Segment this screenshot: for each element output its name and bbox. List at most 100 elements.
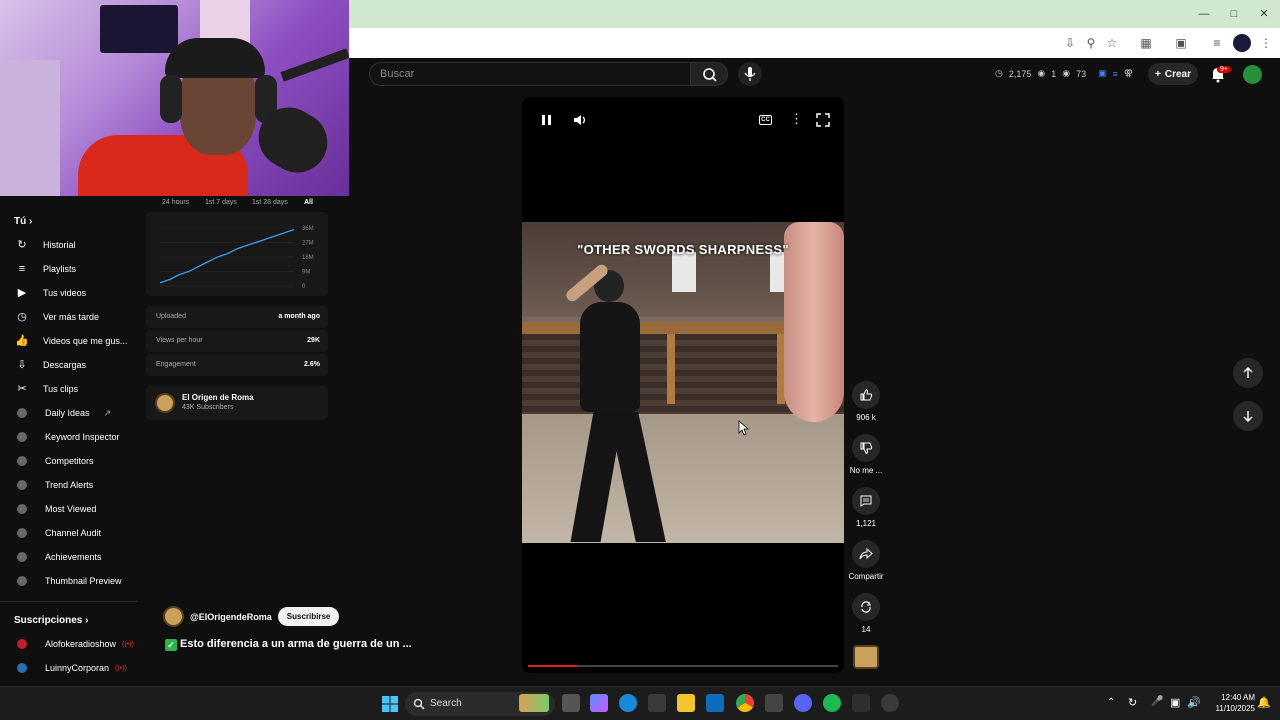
xbox-icon[interactable] [852, 694, 870, 712]
channel-avatar[interactable] [163, 606, 184, 627]
extension-badge-icon[interactable]: ▣ [1098, 68, 1107, 79]
live-icon: ((•)) [115, 664, 127, 672]
comments-button[interactable] [852, 487, 880, 515]
widgets-icon[interactable] [519, 694, 549, 712]
person-beanie [165, 38, 265, 78]
sidebar-item-liked-videos[interactable]: 👍 Videos que me gus... [0, 330, 138, 352]
app-icon[interactable] [765, 694, 783, 712]
close-icon[interactable]: ✕ [1256, 6, 1272, 22]
minimize-icon[interactable]: — [1196, 6, 1212, 22]
search-input[interactable]: Buscar [369, 62, 691, 86]
channel-card[interactable]: El Origen de Roma 43K Subscribers [146, 386, 328, 420]
shorts-player[interactable]: CC ⋮ "OTHER SWORDS SHARPNESS" [522, 97, 844, 673]
sidebar-sub-luinnycorporan[interactable]: LuinnyCorporan ((•)) [0, 657, 138, 679]
subscriptions-heading[interactable]: Suscripciones › [14, 615, 88, 626]
next-video-button[interactable] [1233, 401, 1263, 431]
sidebar-item-channel-audit[interactable]: Channel Audit [0, 522, 138, 544]
stat-value: a month ago [278, 313, 320, 320]
dislike-button[interactable] [852, 434, 880, 462]
profile-icon[interactable] [1233, 34, 1251, 52]
sound-thumbnail[interactable] [853, 645, 879, 669]
cast-icon[interactable]: ▣ [1172, 34, 1190, 52]
captions-icon[interactable]: CC [759, 115, 772, 125]
notification-center-icon[interactable]: 🔔 [1257, 696, 1271, 709]
sidebar-item-daily-ideas[interactable]: Daily Ideas ↗ [0, 402, 138, 424]
copilot-icon[interactable] [590, 694, 608, 712]
microphone-tray-icon[interactable]: 🎤 [1151, 696, 1163, 707]
discord-icon[interactable] [794, 694, 812, 712]
progress-fill [528, 665, 578, 667]
sidebar-item-history[interactable]: ↻ Historial [0, 234, 138, 256]
extension-pin-icon[interactable]: ⚢ [1124, 68, 1133, 79]
sidebar-item-keyword-inspector[interactable]: Keyword Inspector [0, 426, 138, 448]
share-button[interactable] [852, 540, 880, 568]
bookmark-star-icon[interactable]: ☆ [1103, 34, 1121, 52]
voice-search-button[interactable] [738, 62, 762, 86]
spotify-icon[interactable] [823, 694, 841, 712]
tray-chevron-up-icon[interactable]: ⌃ [1107, 697, 1115, 708]
check-mark-icon: ✓ [165, 639, 177, 651]
channel-row: @ElOrigendeRoma Suscribirse [163, 606, 340, 627]
fullscreen-icon[interactable] [815, 112, 831, 128]
channel-handle[interactable]: @ElOrigendeRoma [190, 612, 272, 622]
create-button[interactable]: + Crear [1148, 63, 1198, 85]
sidebar-item-most-viewed[interactable]: Most Viewed [0, 498, 138, 520]
chart-y-tick: 9M [302, 270, 310, 276]
sidebar-item-your-videos[interactable]: ▶ Tus videos [0, 282, 138, 304]
range-tab-24h[interactable]: 24 hours [162, 199, 189, 206]
menu-kebab-icon[interactable]: ⋮ [1257, 34, 1275, 52]
scissors-icon: ✂ [17, 383, 27, 395]
subscribe-button[interactable]: Suscribirse [277, 607, 340, 626]
search-button[interactable] [690, 62, 728, 86]
sidebar-item-trend-alerts[interactable]: Trend Alerts [0, 474, 138, 496]
range-tab-7d[interactable]: 1st 7 days [205, 199, 237, 206]
more-options-icon[interactable]: ⋮ [790, 111, 803, 127]
user-avatar[interactable] [1243, 65, 1262, 84]
system-clock[interactable]: 12:40 AM 11/10/2025 [1205, 692, 1255, 714]
zoom-icon[interactable]: ⚲ [1082, 34, 1100, 52]
video-frame: "OTHER SWORDS SHARPNESS" [522, 222, 844, 543]
file-explorer-icon[interactable] [677, 694, 695, 712]
sidebar-item-playlists[interactable]: ≡ Playlists [0, 258, 138, 280]
maximize-icon[interactable]: □ [1226, 6, 1242, 22]
extensions-icon[interactable]: ▦ [1137, 34, 1155, 52]
likes-count: 1 [1051, 68, 1057, 79]
remix-button[interactable] [852, 593, 880, 621]
sidebar-item-achievements[interactable]: Achievements [0, 546, 138, 568]
previous-video-button[interactable] [1233, 358, 1263, 388]
video-title[interactable]: ✓ Esto diferencia a un arma de guerra de … [165, 638, 412, 651]
sidebar-item-thumbnail-preview[interactable]: Thumbnail Preview [0, 570, 138, 592]
sidebar-sub-alofokeradioshow[interactable]: Alofokeradioshow ((•)) [0, 633, 138, 655]
task-view-icon[interactable] [562, 694, 580, 712]
sidebar-item-clips[interactable]: ✂ Tus clips [0, 378, 138, 400]
sidebar-item-competitors[interactable]: Competitors [0, 450, 138, 472]
extension-list-icon[interactable]: ≡ [1113, 69, 1118, 79]
like-button[interactable] [852, 381, 880, 409]
media-icon[interactable]: ≡ [1208, 34, 1226, 52]
pause-icon[interactable] [540, 113, 554, 127]
sync-icon[interactable]: ↻ [1128, 696, 1137, 709]
chrome-icon[interactable] [736, 694, 754, 712]
steam-icon[interactable] [881, 694, 899, 712]
volume-icon[interactable] [572, 112, 588, 128]
install-icon[interactable]: ⇩ [1061, 34, 1079, 52]
plus-icon: + [1155, 68, 1161, 80]
arrow-down-icon [1243, 411, 1253, 422]
live-icon: ((•)) [122, 640, 134, 648]
watching-count: 73 [1076, 68, 1087, 79]
outlook-icon[interactable] [706, 694, 724, 712]
you-heading[interactable]: Tú › [14, 216, 32, 227]
chevron-right-icon: › [29, 216, 33, 227]
sidebar-item-downloads[interactable]: ⇩ Descargas [0, 354, 138, 376]
video-icon: ▶ [17, 287, 27, 299]
sidebar-item-watch-later[interactable]: ◷ Ver más tarde [0, 306, 138, 328]
speaker-icon[interactable]: 🔊 [1187, 696, 1201, 709]
clock-time: 12:40 AM [1221, 693, 1255, 702]
network-icon[interactable]: ▣ [1170, 696, 1180, 709]
store-icon[interactable] [648, 694, 666, 712]
clock-icon: ◷ [17, 311, 27, 323]
windows-start-icon[interactable] [381, 695, 399, 713]
range-tab-28d[interactable]: 1st 28 days [252, 199, 288, 206]
range-tab-all[interactable]: All [304, 199, 313, 206]
edge-icon[interactable] [619, 694, 637, 712]
